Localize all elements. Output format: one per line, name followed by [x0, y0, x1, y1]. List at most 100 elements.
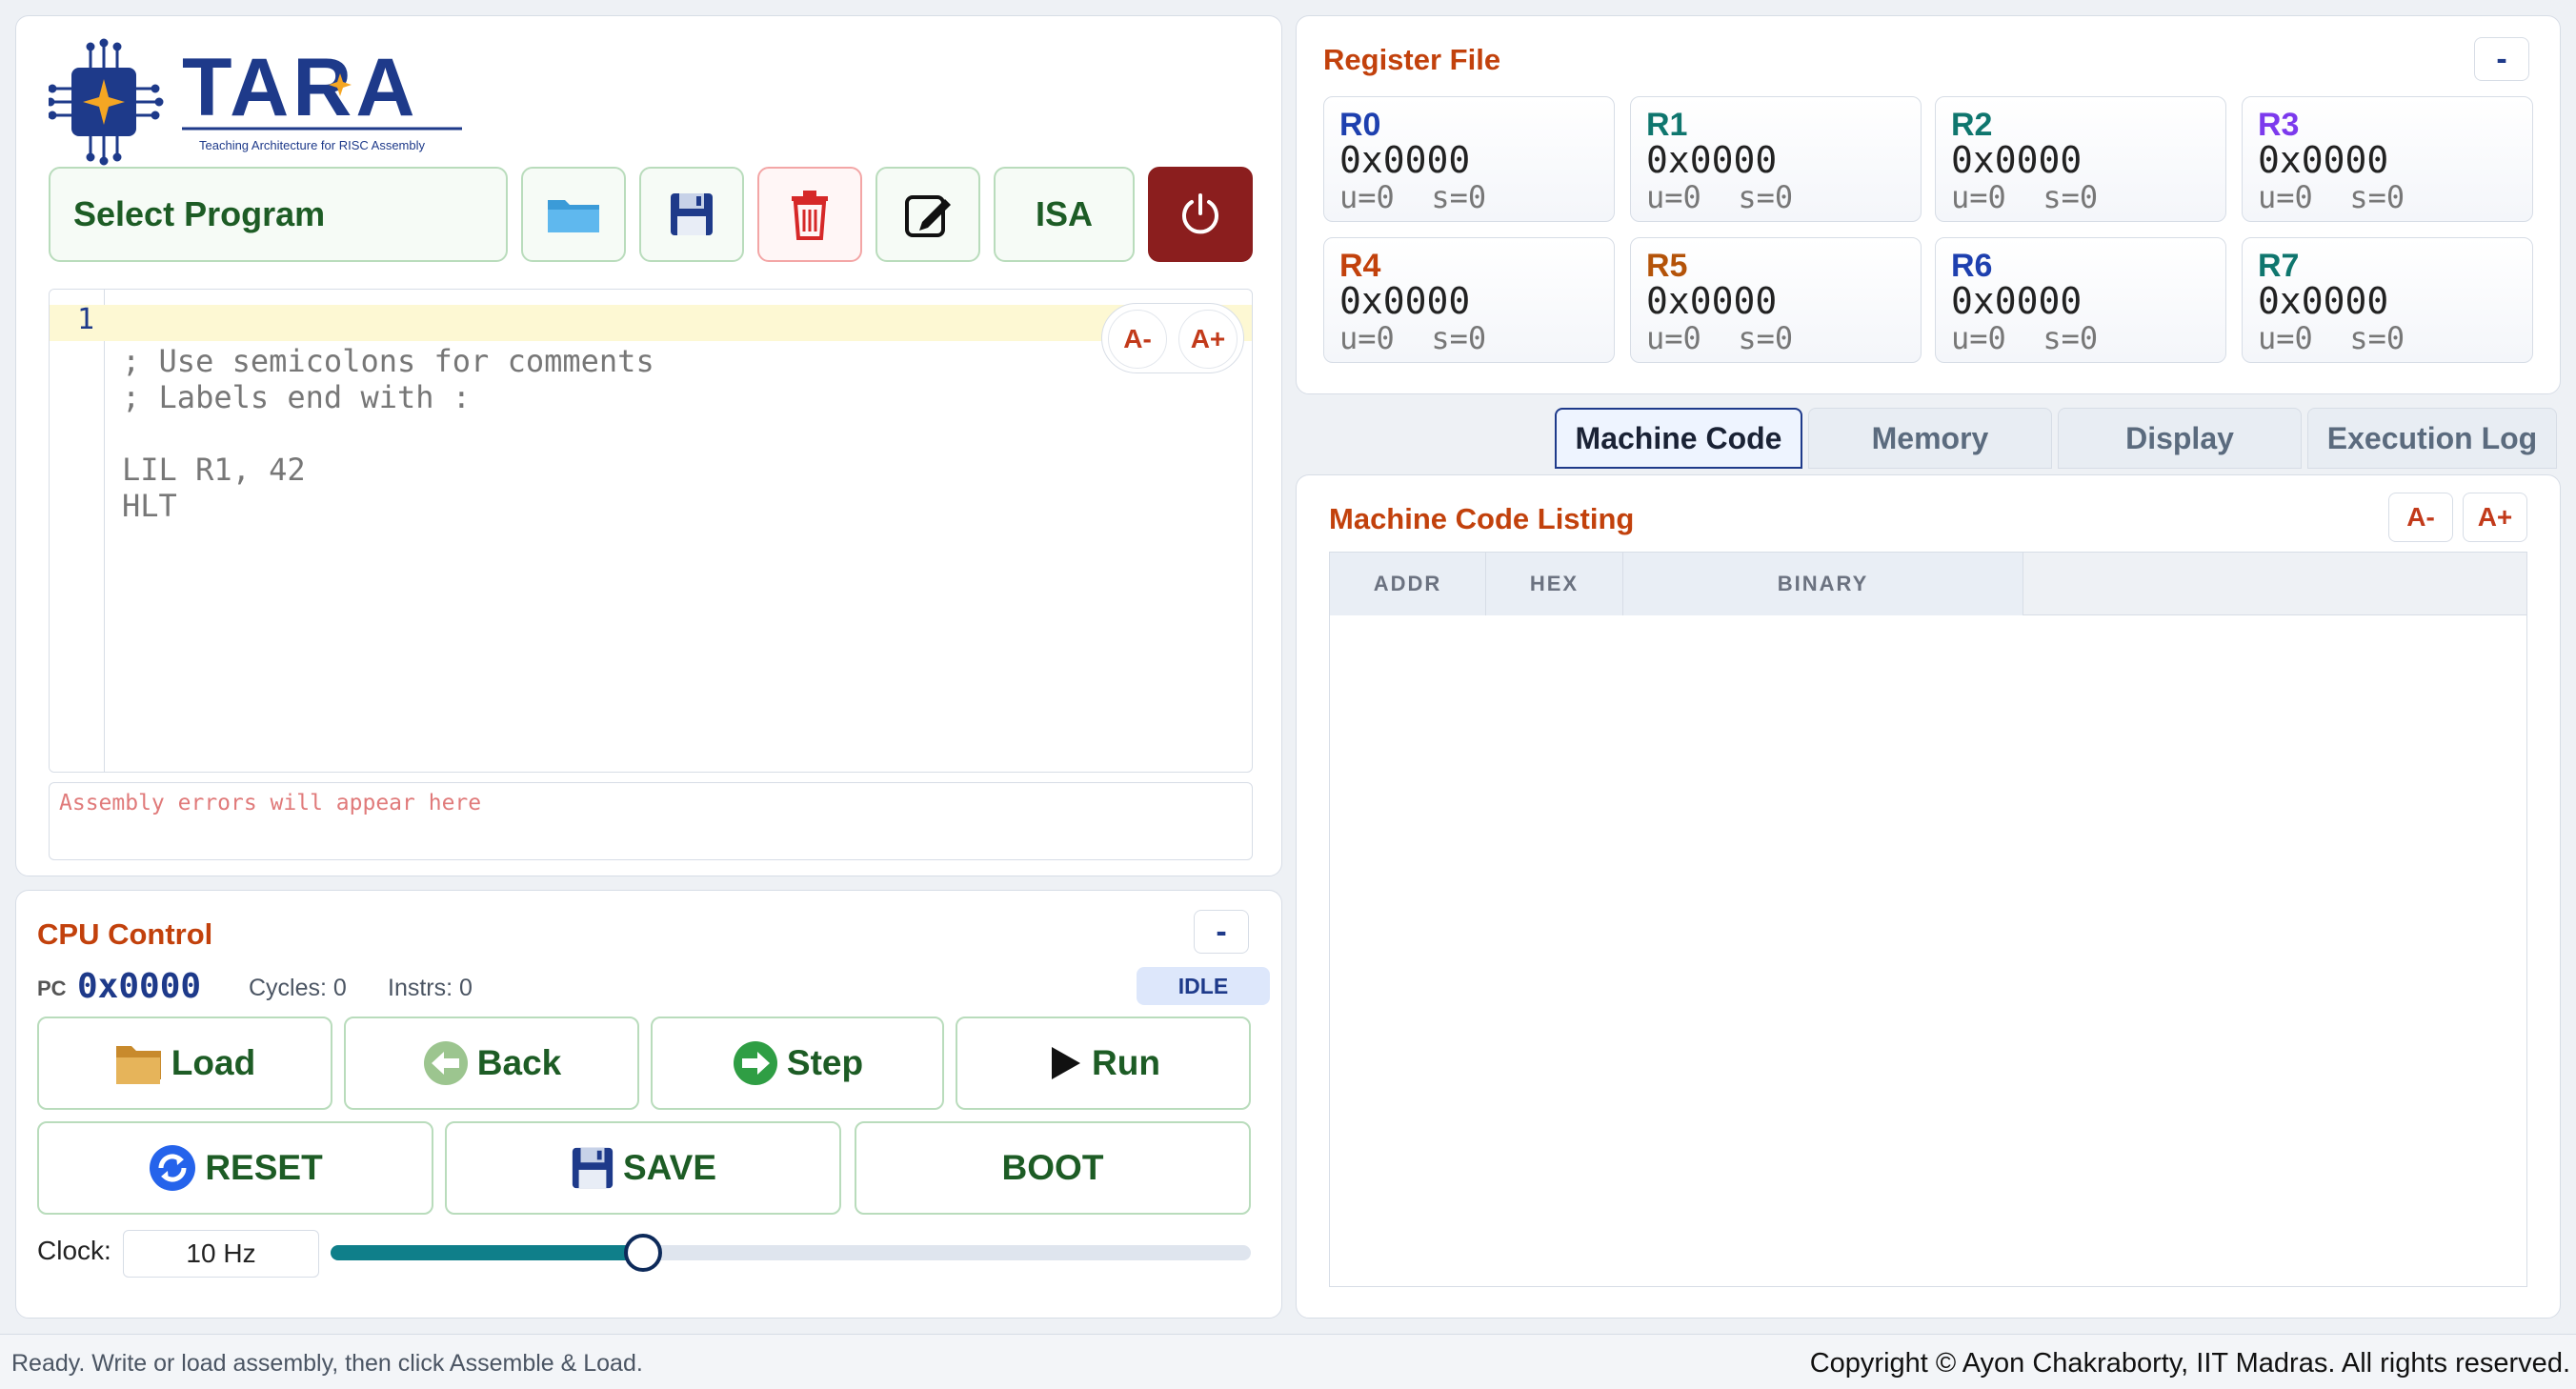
load-label: Load: [171, 1043, 256, 1082]
pc-value: 0x0000: [77, 967, 202, 1006]
clock-slider[interactable]: [331, 1234, 1251, 1272]
svg-text:Teaching Architecture for RISC: Teaching Architecture for RISC Assembly: [199, 138, 425, 152]
code-text[interactable]: ; Use semicolons for comments ; Labels e…: [122, 343, 1170, 524]
register-card-r2: R2 0x0000 u=0 s=0: [1935, 96, 2226, 222]
register-card-r5: R5 0x0000 u=0 s=0: [1630, 237, 1922, 363]
power-icon: [1182, 193, 1218, 234]
select-program-dropdown[interactable]: Select Program: [49, 167, 508, 262]
reset-button[interactable]: RESET: [37, 1121, 433, 1215]
line-gutter: 1: [50, 290, 105, 772]
machine-code-table: ADDR HEX BINARY: [1329, 552, 2527, 1287]
reset-icon: [150, 1145, 196, 1191]
step-button[interactable]: Step: [651, 1017, 944, 1110]
back-arrow-icon: [423, 1041, 468, 1085]
register-flags: u=0 s=0: [1646, 179, 1794, 215]
trash-icon: [792, 191, 828, 240]
code-editor[interactable]: 1 ; Use semicolons for comments ; Labels…: [49, 289, 1253, 773]
register-card-r6: R6 0x0000 u=0 s=0: [1935, 237, 2226, 363]
register-card-r7: R7 0x0000 u=0 s=0: [2242, 237, 2533, 363]
mc-font-decrease-button[interactable]: A-: [2388, 493, 2453, 542]
register-value: 0x0000: [1339, 280, 1471, 322]
register-file-title: Register File: [1323, 43, 1501, 76]
register-card-r4: R4 0x0000 u=0 s=0: [1323, 237, 1615, 363]
tab-machine-code[interactable]: Machine Code: [1555, 408, 1802, 469]
folder-open-icon: [115, 1046, 161, 1084]
clock-value-field[interactable]: 10 Hz: [123, 1230, 319, 1278]
font-decrease-button[interactable]: A-: [1108, 310, 1167, 369]
register-value: 0x0000: [2258, 139, 2389, 181]
copyright-text: Copyright © Ayon Chakraborty, IIT Madras…: [1809, 1348, 2570, 1379]
load-button[interactable]: Load: [37, 1017, 332, 1110]
play-icon: [1052, 1047, 1081, 1079]
delete-button[interactable]: [757, 167, 862, 262]
register-minimize-button[interactable]: -: [2474, 37, 2529, 81]
status-message: Ready. Write or load assembly, then clic…: [11, 1350, 643, 1377]
floppy-disk-icon: [572, 1147, 614, 1189]
line-number: 1: [76, 303, 94, 336]
folder-icon: [548, 200, 599, 232]
floppy-disk-icon: [671, 193, 713, 235]
step-arrow-icon: [733, 1041, 777, 1085]
register-flags: u=0 s=0: [1951, 320, 2099, 356]
boot-button[interactable]: BOOT: [855, 1121, 1251, 1215]
clock-slider-fill: [331, 1245, 644, 1260]
tab-memory[interactable]: Memory: [1808, 408, 2052, 469]
status-bar: Ready. Write or load assembly, then clic…: [0, 1334, 2576, 1389]
column-binary: BINARY: [1623, 553, 2023, 615]
register-flags: u=0 s=0: [1646, 320, 1794, 356]
column-hex: HEX: [1486, 553, 1623, 615]
save-label: SAVE: [622, 1148, 716, 1187]
chip-star-icon: TARA Teaching Architecture for RISC Asse…: [46, 38, 462, 166]
register-value: 0x0000: [1951, 139, 2083, 181]
instrs-count: Instrs: 0: [388, 975, 473, 1001]
pc-row: PC 0x0000 Cycles: 0 Instrs: 0 IDLE: [37, 967, 1270, 1006]
register-value: 0x0000: [1339, 139, 1471, 181]
current-line-highlight: [50, 305, 1252, 341]
editor-panel: TARA Teaching Architecture for RISC Asse…: [15, 15, 1282, 876]
tab-display[interactable]: Display: [2058, 408, 2302, 469]
power-button[interactable]: [1148, 167, 1253, 262]
register-value: 0x0000: [1646, 280, 1778, 322]
run-button[interactable]: Run: [956, 1017, 1251, 1110]
status-badge: IDLE: [1137, 967, 1270, 1005]
cpu-minimize-button[interactable]: -: [1194, 910, 1249, 954]
font-increase-button[interactable]: A+: [1178, 310, 1238, 369]
register-flags: u=0 s=0: [1951, 179, 2099, 215]
cycles-count: Cycles: 0: [249, 975, 347, 1001]
register-value: 0x0000: [1951, 280, 2083, 322]
save-file-button[interactable]: [639, 167, 744, 262]
machine-code-title: Machine Code Listing: [1329, 502, 1635, 535]
tab-execution-log[interactable]: Execution Log: [2307, 408, 2557, 469]
register-value: 0x0000: [2258, 280, 2389, 322]
register-value: 0x0000: [1646, 139, 1778, 181]
edit-button[interactable]: [875, 167, 980, 262]
boot-label: BOOT: [1001, 1148, 1104, 1187]
isa-button[interactable]: ISA: [994, 167, 1135, 262]
clock-slider-thumb[interactable]: [624, 1234, 663, 1272]
step-label: Step: [786, 1043, 864, 1082]
assembly-errors-placeholder: Assembly errors will appear here: [59, 791, 482, 815]
register-flags: u=0 s=0: [2258, 320, 2405, 356]
svg-text:TARA: TARA: [182, 42, 418, 133]
register-flags: u=0 s=0: [2258, 179, 2405, 215]
tara-logo: TARA Teaching Architecture for RISC Asse…: [46, 35, 487, 169]
register-flags: u=0 s=0: [1339, 320, 1487, 356]
register-card-r1: R1 0x0000 u=0 s=0: [1630, 96, 1922, 222]
table-header: ADDR HEX BINARY: [1330, 553, 2526, 615]
clock-label: Clock:: [37, 1236, 111, 1265]
machine-code-panel: Machine Code Listing A- A+ ADDR HEX BINA…: [1296, 474, 2561, 1319]
edit-icon: [905, 195, 951, 237]
mc-font-increase-button[interactable]: A+: [2463, 493, 2527, 542]
register-flags: u=0 s=0: [1339, 179, 1487, 215]
reset-label: RESET: [205, 1148, 323, 1187]
register-card-r0: R0 0x0000 u=0 s=0: [1323, 96, 1615, 222]
pc-label: PC: [37, 976, 67, 1000]
save-button[interactable]: SAVE: [445, 1121, 841, 1215]
cpu-control-panel: CPU Control - PC 0x0000 Cycles: 0 Instrs…: [15, 890, 1282, 1319]
cpu-control-title: CPU Control: [37, 917, 213, 951]
back-button[interactable]: Back: [344, 1017, 639, 1110]
editor-font-controls: A- A+: [1101, 303, 1244, 373]
editor-toolbar: Select Program ISA: [49, 167, 1253, 262]
column-addr: ADDR: [1330, 553, 1486, 615]
open-file-button[interactable]: [521, 167, 626, 262]
